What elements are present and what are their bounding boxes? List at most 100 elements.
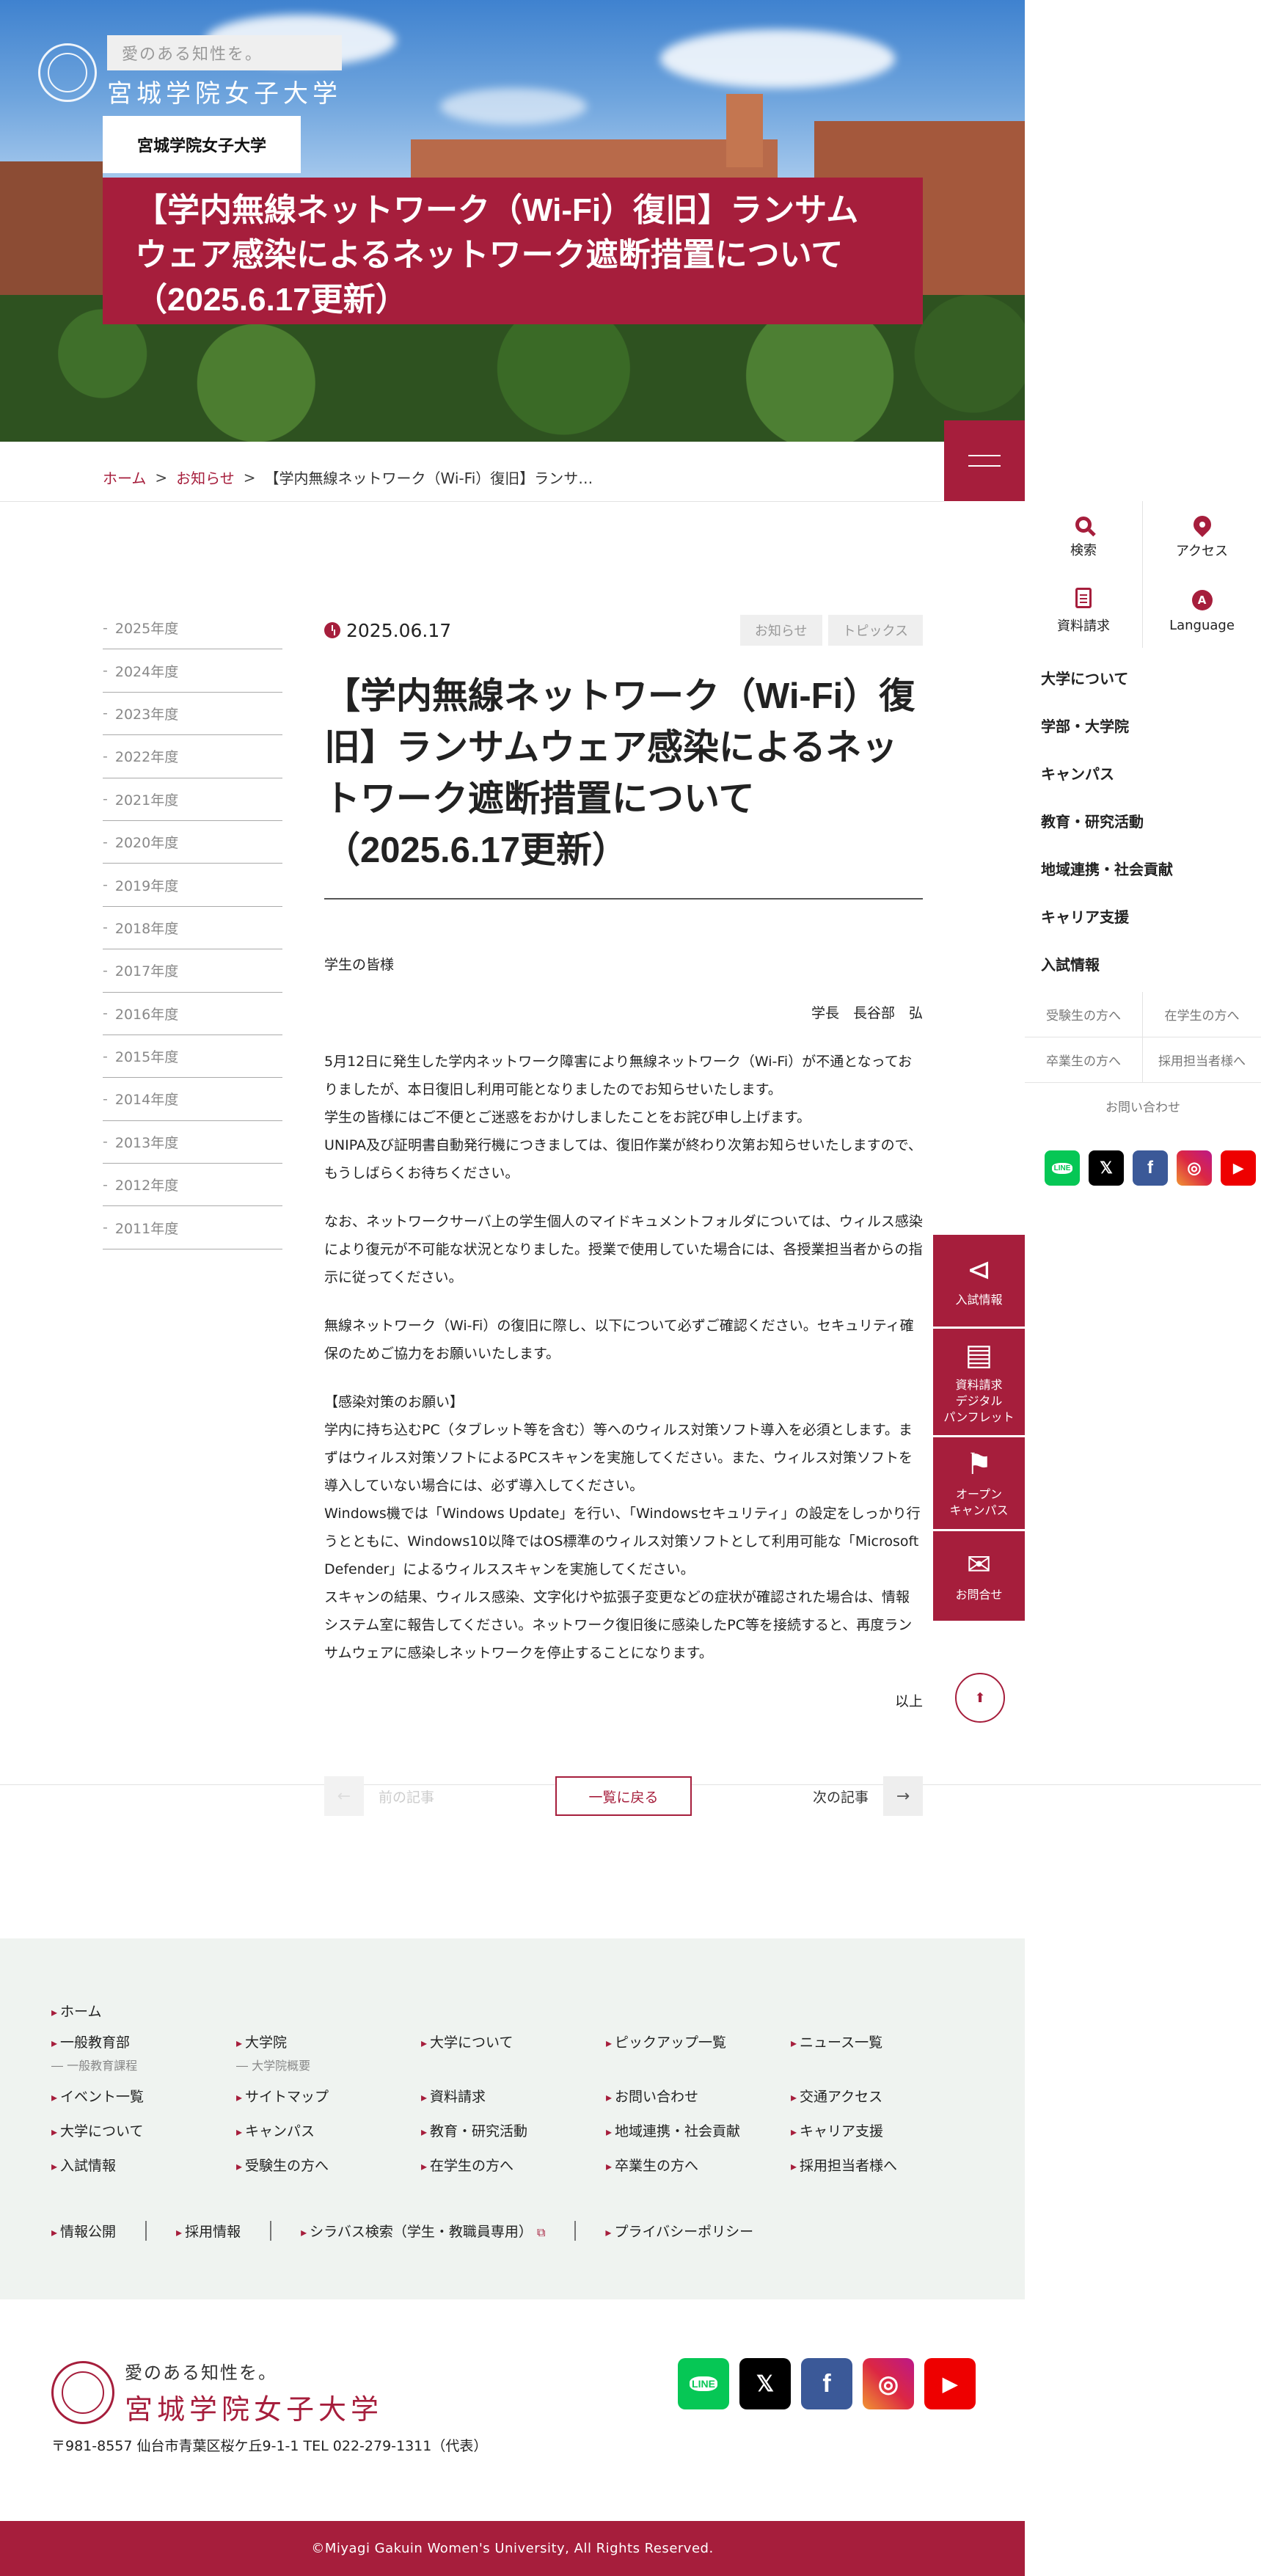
category-tag[interactable]: トピックス [827, 615, 923, 646]
article-paragraph: 学生の皆様にはご不便とご迷惑をおかけしましたことをお詫び申し上げます。 [324, 1109, 811, 1125]
year-link[interactable]: 2022年度 [103, 735, 282, 778]
youtube-icon[interactable]: ▶ [924, 2358, 976, 2409]
float-open-campus-button[interactable]: ⚑ オープン キャンパス [933, 1437, 1025, 1529]
year-link[interactable]: 2020年度 [103, 821, 282, 864]
footer-link[interactable]: 受験生の方へ [236, 2158, 329, 2174]
side-link-applicants[interactable]: 受験生の方へ [1025, 992, 1143, 1037]
article-paragraph: スキャンの結果、ウィルス感染、文字化けや拡張子変更などの症状が確認された場合は、… [324, 1589, 913, 1661]
access-button[interactable]: アクセス [1143, 501, 1261, 574]
youtube-icon[interactable]: ▶ [1221, 1150, 1256, 1186]
year-link[interactable]: 2015年度 [103, 1035, 282, 1079]
hero-cloud [660, 29, 895, 88]
x-icon[interactable]: 𝕏 [1089, 1150, 1124, 1186]
category-tag[interactable]: お知らせ [739, 615, 822, 646]
language-label: Language [1169, 617, 1235, 633]
footer-link[interactable]: キャンパス [236, 2123, 315, 2139]
instagram-icon[interactable]: ◎ [1177, 1150, 1212, 1186]
year-link[interactable]: 2014年度 [103, 1078, 282, 1121]
footer-logo[interactable]: 愛のある知性を。 宮城学院女子大学 [51, 2358, 383, 2427]
footer-link[interactable]: イベント一覧 [51, 2089, 144, 2105]
hamburger-menu-button[interactable] [944, 420, 1025, 501]
float-pamphlet-button[interactable]: ▤ 資料請求 デジタル パンフレット [933, 1329, 1025, 1435]
search-icon [1075, 517, 1092, 533]
float-admissions-button[interactable]: ⊲ 入試情報 [933, 1235, 1025, 1327]
year-link[interactable]: 2012年度 [103, 1164, 282, 1207]
footer-link[interactable]: 交通アクセス [791, 2089, 882, 2105]
footer-link[interactable]: 入試情報 [51, 2158, 116, 2174]
side-menu-career[interactable]: キャリア支援 [1041, 892, 1261, 940]
footer-link[interactable]: ピックアップ一覧 [606, 2035, 726, 2051]
document-icon: ▤ [965, 1338, 993, 1372]
footer-link-home[interactable]: ホーム [51, 2001, 101, 2021]
year-link[interactable]: 2011年度 [103, 1206, 282, 1249]
side-link-students[interactable]: 在学生の方へ [1143, 992, 1261, 1037]
university-seal-icon [38, 43, 97, 102]
footer-link[interactable]: 在学生の方へ [421, 2158, 513, 2174]
instagram-icon[interactable]: ◎ [863, 2358, 914, 2409]
float-contact-button[interactable]: ✉ お問合せ [933, 1531, 1025, 1621]
breadcrumb-current: 【学内無線ネットワーク（Wi-Fi）復旧】ランサ… [264, 470, 593, 487]
line-icon[interactable]: LINE [678, 2358, 729, 2409]
footer-link-syllabus[interactable]: シラバス検索（学生・教職員専用） [301, 2224, 533, 2240]
footer-link-privacy[interactable]: プライバシーポリシー [605, 2224, 753, 2240]
footer-link[interactable]: 教育・研究活動 [421, 2123, 527, 2139]
back-to-list-button[interactable]: 一覧に戻る [555, 1776, 692, 1816]
facebook-icon[interactable]: f [1133, 1150, 1168, 1186]
breadcrumb-home[interactable]: ホーム [103, 467, 146, 488]
year-link[interactable]: 2013年度 [103, 1121, 282, 1164]
article-signer: 学長 長谷部 弘 [811, 1005, 923, 1021]
side-menu-campus[interactable]: キャンパス [1041, 749, 1261, 797]
next-article-link[interactable]: 次の記事 → [813, 1776, 923, 1816]
line-icon[interactable]: LINE [1045, 1150, 1080, 1186]
year-link[interactable]: 2016年度 [103, 993, 282, 1035]
facebook-icon[interactable]: f [801, 2358, 852, 2409]
year-link[interactable]: 2024年度 [103, 649, 282, 693]
footer-sublink[interactable]: 一般教育課程 [67, 2059, 137, 2073]
footer-link[interactable]: キャリア支援 [791, 2123, 883, 2139]
article-pager: ← 前の記事 一覧に戻る 次の記事 → [324, 1776, 923, 1816]
side-link-alumni[interactable]: 卒業生の方へ [1025, 1037, 1143, 1083]
university-seal-icon [51, 2361, 114, 2424]
breadcrumb-news[interactable]: お知らせ [176, 467, 235, 488]
footer-link-disclosure[interactable]: 情報公開 [51, 2224, 116, 2240]
footer-link[interactable]: 資料請求 [421, 2089, 486, 2105]
year-link[interactable]: 2019年度 [103, 864, 282, 907]
year-link[interactable]: 2023年度 [103, 693, 282, 736]
side-menu-community[interactable]: 地域連携・社会貢献 [1041, 844, 1261, 892]
year-link[interactable]: 2025年度 [103, 607, 282, 650]
search-button[interactable]: 検索 [1025, 501, 1143, 574]
float-contact-label: お問合せ [955, 1588, 1003, 1602]
hero-title: 【学内無線ネットワーク（Wi-Fi）復旧】ランサムウェア感染によるネットワーク遮… [103, 178, 923, 324]
side-link-recruiters[interactable]: 採用担当者様へ [1143, 1037, 1261, 1083]
footer-link-recruit[interactable]: 採用情報 [176, 2224, 241, 2240]
footer-link[interactable]: ニュース一覧 [791, 2035, 882, 2051]
float-admissions-label: 入試情報 [955, 1292, 1003, 1307]
prev-article-label: 前の記事 [379, 1789, 435, 1806]
footer-info: 愛のある知性を。 宮城学院女子大学 〒981-8557 仙台市青葉区桜ケ丘9-1… [0, 2299, 1025, 2521]
footer-link[interactable]: 大学院 [236, 2035, 287, 2051]
side-menu-faculties[interactable]: 学部・大学院 [1041, 701, 1261, 749]
footer-tagline: 愛のある知性を。 [125, 2362, 277, 2383]
footer-link[interactable]: 卒業生の方へ [606, 2158, 698, 2174]
footer-link[interactable]: お問い合わせ [606, 2089, 698, 2105]
footer-link[interactable]: 採用担当者様へ [791, 2158, 897, 2174]
year-link[interactable]: 2017年度 [103, 949, 282, 993]
footer-link[interactable]: サイトマップ [236, 2089, 329, 2105]
header-logo[interactable]: 愛のある知性を。 宮城学院女子大学 [38, 35, 342, 109]
year-link[interactable]: 2021年度 [103, 778, 282, 821]
footer-link[interactable]: 一般教育部 [51, 2035, 130, 2051]
footer-link[interactable]: 地域連携・社会貢献 [606, 2123, 740, 2139]
x-icon[interactable]: 𝕏 [739, 2358, 791, 2409]
footer-link[interactable]: 大学について [51, 2123, 143, 2139]
side-menu-admissions[interactable]: 入試情報 [1041, 940, 1261, 988]
language-button[interactable]: A Language [1143, 574, 1261, 648]
prev-article-link[interactable]: ← 前の記事 [324, 1776, 434, 1816]
side-menu-about[interactable]: 大学について [1041, 654, 1261, 701]
side-link-contact[interactable]: お問い合わせ [1025, 1083, 1261, 1128]
request-materials-button[interactable]: 資料請求 [1025, 574, 1143, 648]
footer-link[interactable]: 大学について [421, 2035, 513, 2051]
scroll-to-top-button[interactable]: ⬆ [955, 1673, 1005, 1723]
side-menu-research[interactable]: 教育・研究活動 [1041, 797, 1261, 844]
year-link[interactable]: 2018年度 [103, 907, 282, 950]
footer-sublink[interactable]: 大学院概要 [252, 2059, 310, 2073]
